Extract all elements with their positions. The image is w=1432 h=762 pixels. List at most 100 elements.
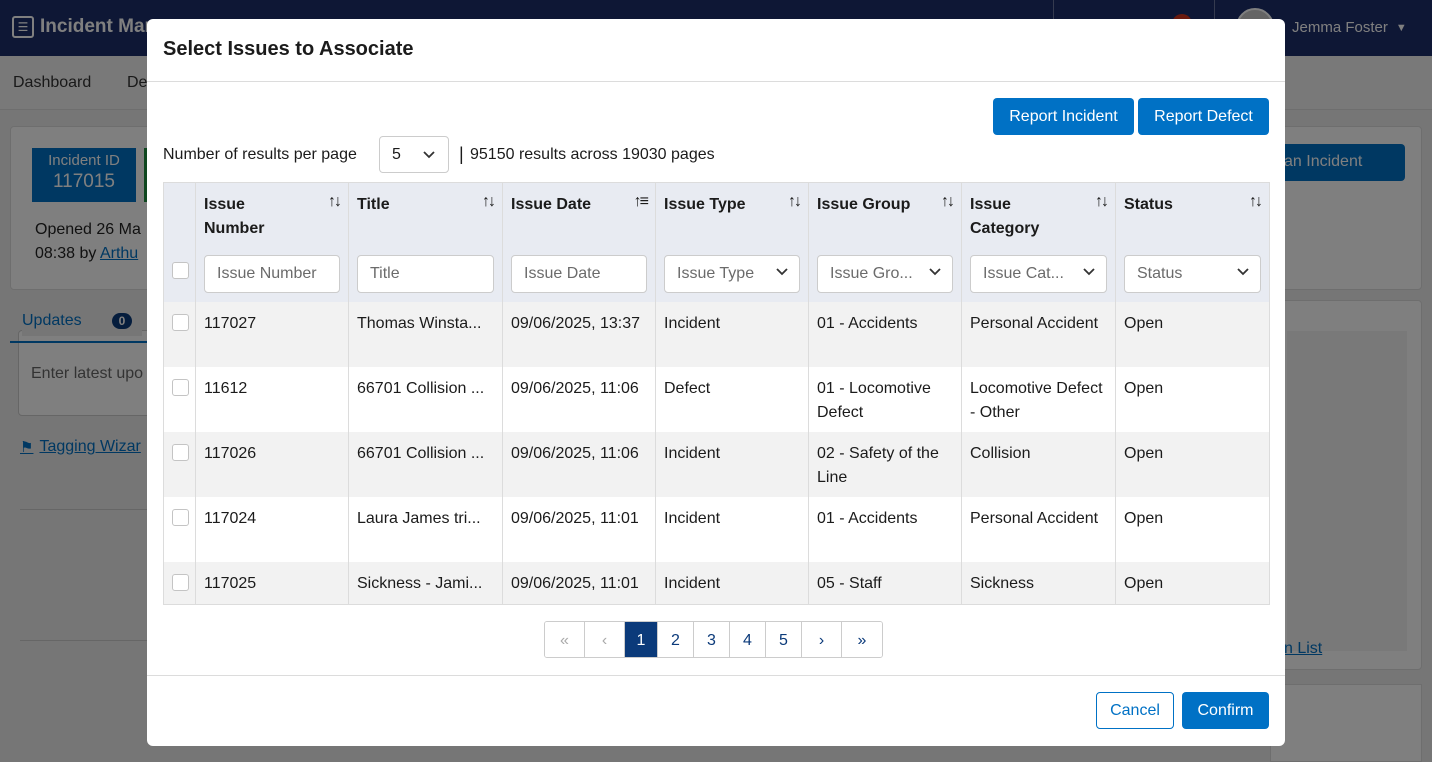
next-page-button[interactable]: › — [802, 622, 842, 657]
page-4-button[interactable]: 4 — [730, 622, 766, 657]
issue-type-filter[interactable]: Issue Type — [664, 255, 800, 293]
issue-date-filter[interactable]: Issue Date — [511, 255, 647, 293]
cell-issue-type: Incident — [655, 496, 809, 562]
sort-icon[interactable]: ↑↓ — [1095, 193, 1109, 211]
column-header: Issue Number ↑↓ Issue Number — [195, 182, 349, 302]
row-checkbox[interactable] — [172, 378, 189, 396]
sort-icon[interactable]: ↑↓ — [788, 193, 802, 211]
cell-issue-number: 117025 — [195, 561, 349, 605]
cell-title: 66701 Collision ... — [348, 431, 503, 497]
column-issue-category[interactable]: Issue Category — [970, 193, 1060, 241]
sort-icon[interactable]: ↑↓ — [482, 193, 496, 211]
table-row[interactable]: 117025 Sickness - Jami... 09/06/2025, 11… — [163, 561, 1270, 605]
select-issues-modal: Select Issues to Associate Report Incide… — [147, 19, 1285, 746]
select-all-header — [163, 182, 196, 302]
cell-title: Sickness - Jami... — [348, 561, 503, 605]
page-5-button[interactable]: 5 — [766, 622, 802, 657]
cell-issue-type: Incident — [655, 301, 809, 367]
sort-ascending-icon[interactable]: ↑≡ — [634, 193, 649, 211]
chevron-down-icon — [928, 264, 942, 283]
cell-title: 66701 Collision ... — [348, 366, 503, 432]
previous-page-button[interactable]: ‹ — [585, 622, 625, 657]
results-per-page-select[interactable]: 5 — [379, 136, 449, 173]
sort-icon[interactable]: ↑↓ — [1249, 193, 1263, 211]
first-page-button[interactable]: « — [545, 622, 585, 657]
status-filter[interactable]: Status — [1124, 255, 1261, 293]
status-placeholder: Status — [1137, 265, 1183, 282]
column-header: Issue Category ↑↓ Issue Cat... — [961, 182, 1116, 302]
column-status[interactable]: Status — [1124, 193, 1224, 217]
row-checkbox[interactable] — [172, 573, 189, 591]
select-all-checkbox[interactable] — [172, 262, 189, 279]
cell-status: Open — [1124, 574, 1164, 592]
results-count: 95150 results across 19030 pages — [470, 146, 715, 163]
cell-issue-group: 01 - Locomotive Defect — [808, 366, 962, 432]
last-page-button[interactable]: » — [842, 622, 882, 657]
cell-issue-date: 09/06/2025, 11:06 — [502, 366, 656, 432]
cell-issue-group: 01 - Accidents — [808, 496, 962, 562]
page-2-button[interactable]: 2 — [658, 622, 694, 657]
sort-icon[interactable]: ↑↓ — [328, 193, 342, 211]
table-row[interactable]: 117027 Thomas Winsta... 09/06/2025, 13:3… — [163, 301, 1270, 367]
column-issue-type[interactable]: Issue Type — [664, 193, 764, 217]
cell-issue-category: Locomotive Defect - Other — [961, 366, 1116, 432]
column-issue-group[interactable]: Issue Group — [817, 193, 917, 217]
issue-number-filter[interactable]: Issue Number — [204, 255, 340, 293]
table-row[interactable]: 117024 Laura James tri... 09/06/2025, 11… — [163, 496, 1270, 562]
results-per-page-label: Number of results per page — [163, 146, 357, 163]
table-row[interactable]: 117026 66701 Collision ... 09/06/2025, 1… — [163, 431, 1270, 497]
issue-group-filter[interactable]: Issue Gro... — [817, 255, 953, 293]
cell-title: Laura James tri... — [348, 496, 503, 562]
cell-status: Open — [1124, 314, 1164, 332]
row-checkbox[interactable] — [172, 443, 189, 461]
cell-status: Open — [1124, 444, 1164, 462]
modal-footer-divider — [147, 675, 1285, 676]
column-header: Title ↑↓ Title — [348, 182, 503, 302]
column-header: Issue Group ↑↓ Issue Gro... — [808, 182, 962, 302]
cell-issue-group: 05 - Staff — [808, 561, 962, 605]
cell-issue-date: 09/06/2025, 11:01 — [502, 561, 656, 605]
confirm-button[interactable]: Confirm — [1182, 692, 1269, 729]
issue-group-placeholder: Issue Gro... — [830, 265, 913, 282]
cell-status: Open — [1124, 509, 1164, 527]
cell-issue-group: 01 - Accidents — [808, 301, 962, 367]
report-defect-button[interactable]: Report Defect — [1138, 98, 1269, 135]
column-title[interactable]: Title — [357, 193, 457, 217]
chevron-down-icon — [1236, 264, 1250, 283]
table-header-row: Issue Number ↑↓ Issue Number Title ↑↓ Ti… — [163, 182, 1270, 302]
cell-issue-category: Personal Accident — [961, 496, 1116, 562]
cell-issue-number: 117026 — [195, 431, 349, 497]
row-checkbox[interactable] — [172, 313, 189, 331]
table-row[interactable]: 11612 66701 Collision ... 09/06/2025, 11… — [163, 366, 1270, 432]
row-checkbox[interactable] — [172, 508, 189, 526]
pagination: « ‹ 1 2 3 4 5 › » — [544, 621, 883, 658]
column-header: Issue Type ↑↓ Issue Type — [655, 182, 809, 302]
cell-issue-number: 117027 — [195, 301, 349, 367]
issue-category-filter[interactable]: Issue Cat... — [970, 255, 1107, 293]
cell-issue-number: 117024 — [195, 496, 349, 562]
report-incident-button[interactable]: Report Incident — [993, 98, 1134, 135]
sort-icon[interactable]: ↑↓ — [941, 193, 955, 211]
chevron-down-icon — [422, 147, 436, 166]
cell-issue-type: Incident — [655, 431, 809, 497]
cell-title: Thomas Winsta... — [348, 301, 503, 367]
page-3-button[interactable]: 3 — [694, 622, 730, 657]
cell-issue-type: Incident — [655, 561, 809, 605]
cancel-button[interactable]: Cancel — [1096, 692, 1174, 729]
cell-issue-number: 11612 — [195, 366, 349, 432]
cell-issue-group: 02 - Safety of the Line — [808, 431, 962, 497]
cell-issue-type: Defect — [655, 366, 809, 432]
chevron-down-icon — [775, 264, 789, 283]
cell-issue-category: Personal Accident — [961, 301, 1116, 367]
title-filter[interactable]: Title — [357, 255, 494, 293]
issues-table: Issue Number ↑↓ Issue Number Title ↑↓ Ti… — [163, 182, 1270, 605]
cell-issue-date: 09/06/2025, 13:37 — [502, 301, 656, 367]
column-issue-number[interactable]: Issue Number — [204, 193, 304, 241]
column-issue-date[interactable]: Issue Date — [511, 193, 611, 217]
cell-status: Open — [1124, 379, 1164, 397]
page-1-button[interactable]: 1 — [625, 622, 658, 657]
cell-issue-category: Sickness — [961, 561, 1116, 605]
chevron-down-icon — [1082, 264, 1096, 283]
modal-header: Select Issues to Associate — [147, 19, 1285, 82]
column-header: Issue Date ↑≡ Issue Date — [502, 182, 656, 302]
